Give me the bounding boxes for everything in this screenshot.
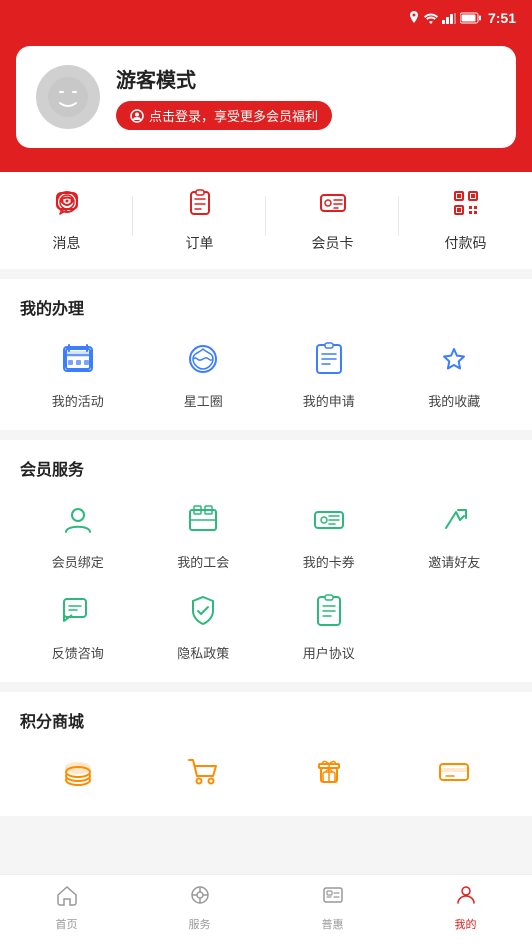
nav-benefits[interactable]: 普惠 — [266, 883, 399, 932]
star-circle-icon — [179, 335, 227, 383]
agreement-label: 用户协议 — [303, 643, 355, 662]
feedback-item[interactable]: 反馈咨询 — [20, 587, 136, 662]
nav-service[interactable]: 服务 — [133, 883, 266, 932]
agreement-icon — [305, 587, 353, 635]
profile-info: 游客模式 点击登录，享受更多会员福利 — [116, 64, 332, 130]
avatar — [36, 65, 100, 129]
coins-item[interactable] — [20, 748, 136, 796]
member-bind-item[interactable]: 会员绑定 — [20, 496, 136, 571]
feedback-icon — [54, 587, 102, 635]
avatar-face-icon — [46, 75, 90, 119]
activity-label: 我的活动 — [52, 391, 104, 410]
quick-action-order[interactable]: 订单 — [133, 188, 266, 253]
my-section: 我的办理 — [0, 279, 532, 430]
home-icon — [55, 883, 79, 913]
my-section-title: 我的办理 — [20, 295, 512, 319]
benefits-icon — [321, 883, 345, 913]
home-nav-label: 首页 — [56, 916, 78, 932]
my-union-item[interactable]: 我的工会 — [146, 496, 262, 571]
member-row1: 会员绑定 我的工会 — [20, 496, 512, 571]
invite-label: 邀请好友 — [428, 552, 480, 571]
order-icon — [185, 188, 215, 225]
bottom-nav: 首页 服务 普惠 — [0, 874, 532, 944]
service-icon — [188, 883, 212, 913]
member-bind-icon — [54, 496, 102, 544]
gift-item[interactable] — [271, 748, 387, 796]
membercard-label: 会员卡 — [312, 233, 354, 253]
invite-icon — [430, 496, 478, 544]
paycode-label: 付款码 — [445, 233, 487, 253]
points-section: 积分商城 — [0, 692, 532, 816]
privacy-item[interactable]: 隐私政策 — [146, 587, 262, 662]
quick-action-message[interactable]: 消息 — [0, 188, 133, 253]
cart-icon — [179, 748, 227, 796]
quick-actions: 消息 订单 会员卡 — [0, 172, 532, 269]
mine-icon — [454, 883, 478, 913]
cart-item[interactable] — [146, 748, 262, 796]
order-label: 订单 — [186, 233, 214, 253]
profile-card: 游客模式 点击登录，享受更多会员福利 — [16, 46, 516, 148]
voucher-icon — [430, 748, 478, 796]
union-label: 我的工会 — [177, 552, 229, 571]
login-icon — [130, 109, 144, 123]
battery-icon — [460, 12, 482, 24]
points-grid — [20, 748, 512, 796]
my-collect-item[interactable]: 我的收藏 — [397, 335, 513, 410]
my-apply-item[interactable]: 我的申请 — [271, 335, 387, 410]
points-section-title: 积分商城 — [20, 708, 512, 732]
membercard-icon — [318, 188, 348, 225]
member-row2: 反馈咨询 隐私政策 用户协议 — [20, 587, 512, 662]
signal-icon — [442, 13, 456, 24]
feedback-label: 反馈咨询 — [52, 643, 104, 662]
wifi-icon — [424, 13, 438, 24]
coupon-label: 我的卡券 — [303, 552, 355, 571]
login-button[interactable]: 点击登录，享受更多会员福利 — [116, 101, 332, 130]
service-nav-label: 服务 — [189, 916, 211, 932]
my-section-grid: 我的活动 星工圈 — [20, 335, 512, 410]
member-bind-label: 会员绑定 — [52, 552, 104, 571]
benefits-nav-label: 普惠 — [322, 916, 344, 932]
header-area: 游客模式 点击登录，享受更多会员福利 — [0, 36, 532, 172]
nav-home[interactable]: 首页 — [0, 883, 133, 932]
star-circle-label: 星工圈 — [184, 391, 223, 410]
coins-icon — [54, 748, 102, 796]
quick-action-paycode[interactable]: 付款码 — [399, 188, 532, 253]
star-circle-item[interactable]: 星工圈 — [146, 335, 262, 410]
nav-mine[interactable]: 我的 — [399, 883, 532, 932]
invite-friend-item[interactable]: 邀请好友 — [397, 496, 513, 571]
privacy-icon — [179, 587, 227, 635]
agreement-item[interactable]: 用户协议 — [271, 587, 387, 662]
quick-action-membercard[interactable]: 会员卡 — [266, 188, 399, 253]
paycode-icon — [451, 188, 481, 225]
my-activity-item[interactable]: 我的活动 — [20, 335, 136, 410]
status-icons: 7:51 — [408, 10, 516, 26]
collect-label: 我的收藏 — [428, 391, 480, 410]
member-section: 会员服务 会员绑定 我的工会 — [0, 440, 532, 682]
apply-icon — [305, 335, 353, 383]
message-label: 消息 — [53, 233, 81, 253]
my-coupon-item[interactable]: 我的卡券 — [271, 496, 387, 571]
collect-icon — [430, 335, 478, 383]
activity-icon — [54, 335, 102, 383]
login-btn-label: 点击登录，享受更多会员福利 — [149, 106, 318, 125]
privacy-label: 隐私政策 — [177, 643, 229, 662]
location-icon — [408, 11, 420, 25]
voucher-item[interactable] — [397, 748, 513, 796]
status-bar: 7:51 — [0, 0, 532, 36]
empty-slot — [397, 587, 513, 662]
member-section-title: 会员服务 — [20, 456, 512, 480]
profile-name: 游客模式 — [116, 64, 332, 93]
mine-nav-label: 我的 — [455, 916, 477, 932]
gift-icon — [305, 748, 353, 796]
union-icon — [179, 496, 227, 544]
apply-label: 我的申请 — [303, 391, 355, 410]
coupon-icon — [305, 496, 353, 544]
message-icon — [52, 188, 82, 225]
time-display: 7:51 — [488, 10, 516, 26]
